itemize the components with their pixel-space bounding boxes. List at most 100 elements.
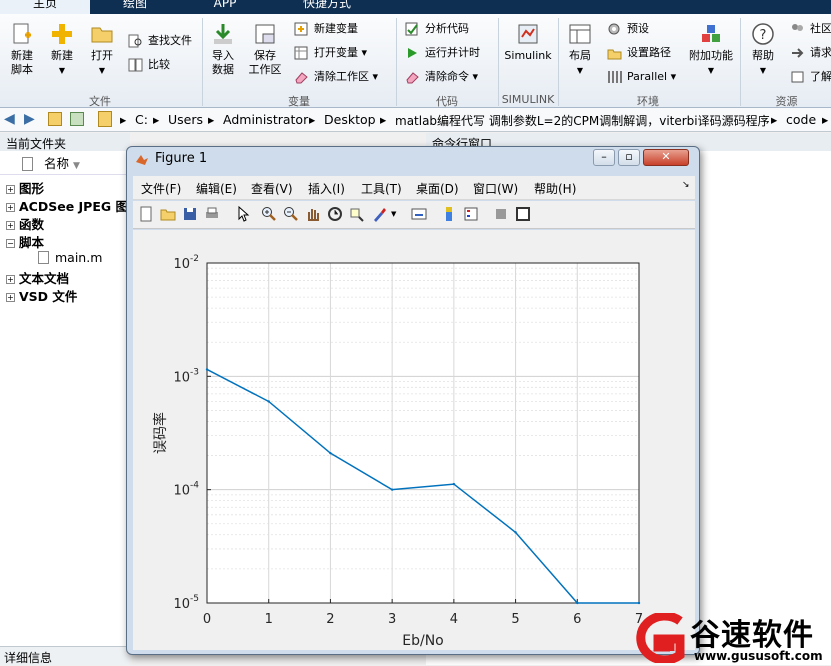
expand-icon[interactable]: + bbox=[6, 203, 15, 212]
expand-icon[interactable]: + bbox=[6, 293, 15, 302]
menu-insert[interactable]: 插入(I) bbox=[308, 180, 345, 197]
file-main-m[interactable]: main.m bbox=[38, 250, 102, 265]
rotate-3d-icon[interactable] bbox=[327, 206, 343, 222]
open-variable-button[interactable]: 打开变量 ▾ bbox=[294, 43, 367, 63]
menu-edit[interactable]: 编辑(E) bbox=[196, 180, 237, 197]
request-support-button[interactable]: 请求 bbox=[790, 43, 831, 63]
parallel-button[interactable]: Parallel ▾ bbox=[607, 67, 676, 87]
tree-item-label: 函数 bbox=[19, 217, 45, 232]
group-simulink-label: SIMULINK bbox=[501, 93, 555, 106]
ribbon-separator bbox=[740, 18, 741, 106]
analyze-code-icon bbox=[405, 22, 418, 36]
menu-window[interactable]: 窗口(W) bbox=[473, 180, 518, 197]
zoom-in-icon[interactable] bbox=[261, 206, 277, 222]
hide-plot-tools-icon[interactable] bbox=[493, 206, 509, 222]
figure-title: Figure 1 bbox=[155, 151, 208, 166]
x-tick-label: 2 bbox=[326, 612, 334, 627]
add-ons-button[interactable]: 附加功能 ▼ bbox=[688, 22, 734, 78]
community-button[interactable]: 社区 bbox=[790, 19, 831, 39]
chevron-down-icon[interactable]: ▼ bbox=[391, 210, 396, 218]
breadcrumb-code[interactable]: code bbox=[786, 112, 816, 127]
tab-plots[interactable]: 绘图 bbox=[96, 0, 174, 14]
breadcrumb-c[interactable]: C: bbox=[135, 112, 148, 127]
find-files-icon bbox=[128, 34, 142, 48]
find-files-label: 查找文件 bbox=[148, 34, 192, 47]
simulink-button[interactable]: Simulink bbox=[502, 22, 554, 63]
menu-help[interactable]: 帮助(H) bbox=[534, 180, 576, 197]
y-tick-label: 10-3 bbox=[173, 367, 199, 385]
open-variable-icon bbox=[294, 46, 308, 60]
sort-arrow-icon: ▼ bbox=[73, 161, 80, 171]
up-folder-icon[interactable] bbox=[48, 112, 62, 126]
print-icon[interactable] bbox=[204, 206, 220, 222]
colorbar-icon[interactable] bbox=[441, 206, 457, 222]
layout-button[interactable]: 布局 ▼ bbox=[563, 22, 597, 78]
expand-icon[interactable]: + bbox=[6, 221, 15, 230]
breadcrumb-project[interactable]: matlab编程代写 调制参数L=2的CPM调制解调，viterbi译码源码程序 bbox=[395, 112, 770, 129]
save-icon[interactable] bbox=[182, 206, 198, 222]
new-button[interactable]: 新建 ▼ bbox=[46, 22, 78, 78]
show-plot-tools-icon[interactable] bbox=[515, 206, 531, 222]
figure-window[interactable]: Figure 1 – ▫ ✕ 文件(F) 编辑(E) 查看(V) 插入(I) 工… bbox=[126, 146, 700, 655]
compare-button[interactable]: 比较 bbox=[128, 55, 170, 75]
zoom-out-icon[interactable] bbox=[283, 206, 299, 222]
tree-item-scripts[interactable]: − 脚本 bbox=[6, 232, 44, 251]
folder-icon bbox=[98, 111, 112, 127]
open-file-icon[interactable] bbox=[160, 206, 176, 222]
analyze-code-button[interactable]: 分析代码 bbox=[405, 19, 469, 39]
save-workspace-button[interactable]: 保存 工作区 bbox=[246, 22, 284, 77]
new-variable-button[interactable]: 新建变量 bbox=[294, 19, 358, 39]
collapse-icon[interactable]: − bbox=[6, 239, 15, 248]
open-button[interactable]: 打开 ▼ bbox=[86, 22, 118, 78]
run-and-time-button[interactable]: 运行并计时 bbox=[405, 43, 480, 63]
expand-icon[interactable]: + bbox=[6, 185, 15, 194]
back-arrow-icon[interactable]: ◀ bbox=[4, 111, 15, 127]
set-path-button[interactable]: 设置路径 bbox=[607, 43, 671, 63]
tab-apps[interactable]: APP bbox=[186, 0, 264, 14]
menu-tools[interactable]: 工具(T) bbox=[361, 180, 402, 197]
new-script-button[interactable]: 新建 脚本 bbox=[4, 22, 40, 77]
tree-item-functions[interactable]: + 函数 bbox=[6, 214, 44, 233]
tree-item-acdsee[interactable]: + ACDSee JPEG 图像 bbox=[6, 196, 141, 215]
maximize-button[interactable]: ▫ bbox=[618, 149, 640, 166]
run-and-time-icon bbox=[408, 48, 417, 58]
minimize-button[interactable]: – bbox=[593, 149, 615, 166]
ber-chart[interactable]: 0 1 2 3 4 5 6 710-510-410-310-2Eb/No误码率 bbox=[133, 230, 695, 650]
data-cursor-icon[interactable] bbox=[349, 206, 365, 222]
tree-item-text-docs[interactable]: + 文本文档 bbox=[6, 268, 69, 287]
forward-arrow-icon[interactable]: ▶ bbox=[24, 111, 35, 127]
request-support-icon bbox=[792, 48, 804, 58]
tab-home[interactable]: 主页 bbox=[0, 0, 90, 14]
breadcrumb-desktop[interactable]: Desktop bbox=[324, 112, 376, 127]
expand-icon[interactable]: + bbox=[6, 275, 15, 284]
breadcrumb-administrator[interactable]: Administrator bbox=[223, 112, 308, 127]
tree-item-figures[interactable]: + 图形 bbox=[6, 178, 44, 197]
preferences-button[interactable]: 预设 bbox=[607, 19, 649, 39]
import-data-button[interactable]: 导入 数据 bbox=[206, 22, 240, 77]
new-figure-icon[interactable] bbox=[138, 206, 154, 222]
details-panel[interactable]: 详细信息 bbox=[0, 646, 130, 665]
menu-file[interactable]: 文件(F) bbox=[141, 180, 181, 197]
menu-desktop[interactable]: 桌面(D) bbox=[416, 180, 459, 197]
tab-shortcuts[interactable]: 快捷方式 bbox=[282, 0, 372, 14]
tree-item-vsd[interactable]: + VSD 文件 bbox=[6, 286, 77, 305]
menu-view[interactable]: 查看(V) bbox=[251, 180, 293, 197]
brush-icon[interactable] bbox=[371, 206, 387, 222]
legend-icon[interactable] bbox=[463, 206, 479, 222]
close-button[interactable]: ✕ bbox=[643, 149, 689, 166]
name-column-header[interactable]: 名称 ▼ bbox=[0, 153, 130, 175]
find-files-button[interactable]: 查找文件 bbox=[128, 31, 192, 51]
help-button[interactable]: ? 帮助 ▼ bbox=[745, 22, 781, 78]
link-plot-icon[interactable] bbox=[411, 206, 427, 222]
pan-icon[interactable] bbox=[305, 206, 321, 222]
pointer-icon[interactable] bbox=[235, 206, 251, 222]
dock-arrow-icon[interactable]: ↘ bbox=[682, 180, 690, 190]
clear-commands-button[interactable]: 清除命令 ▾ bbox=[405, 67, 478, 87]
m-file-icon bbox=[38, 251, 49, 264]
learn-button[interactable]: 了解 bbox=[790, 67, 831, 87]
breadcrumb-users[interactable]: Users bbox=[168, 112, 203, 127]
clear-commands-icon bbox=[406, 72, 419, 84]
clear-workspace-button[interactable]: 清除工作区 ▾ bbox=[294, 67, 378, 87]
browse-folder-icon[interactable] bbox=[70, 112, 84, 126]
tree-item-label: 文本文档 bbox=[19, 271, 70, 286]
